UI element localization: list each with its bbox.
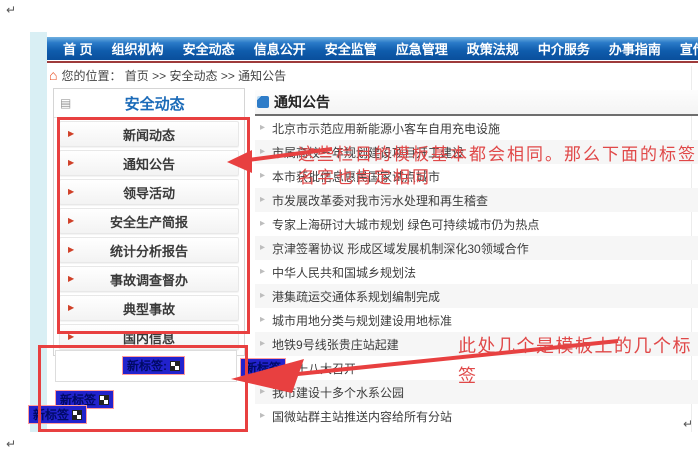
arrow-bullet-icon: ▸ bbox=[260, 147, 265, 157]
announcement-title: 专家上海研讨大城市规划 绿色可持续城市仍为热点 bbox=[272, 216, 539, 233]
nav-item[interactable]: 首 页 bbox=[63, 39, 93, 58]
sidebar-item-label: 领导活动 bbox=[82, 183, 230, 202]
template-tag-label: 新标签 bbox=[33, 406, 69, 423]
sidebar-item-label: 典型事故 bbox=[82, 299, 230, 318]
sidebar-item[interactable]: ▶ 新闻动态 bbox=[59, 121, 239, 147]
sidebar-item-label: 国内信息 bbox=[82, 328, 230, 347]
sidebar-item[interactable]: ▶ 国内信息 bbox=[59, 324, 239, 350]
triangle-bullet-icon: ▶ bbox=[68, 217, 82, 225]
nav-item[interactable]: 应急管理 bbox=[396, 39, 448, 58]
announcement-row[interactable]: ▸ 京津签署协议 形成区域发展机制深化30领域合作 bbox=[255, 236, 698, 260]
template-tag-label: 新标签 bbox=[245, 359, 281, 376]
announcement-list: ▸ 北京市示范应用新能源小客车自用充电设施 ▸ 市属高校三年规划建设项目开工建设… bbox=[255, 116, 698, 428]
nav-item[interactable]: 宣传 bbox=[680, 39, 698, 58]
sidebar-item-label: 安全生产简报 bbox=[82, 212, 230, 231]
sidebar-item-label: 新闻动态 bbox=[82, 125, 230, 144]
tag-edit-icon bbox=[170, 361, 180, 371]
sidebar-item[interactable]: ▶ 统计分析报告 bbox=[59, 237, 239, 263]
triangle-bullet-icon: ▶ bbox=[68, 333, 82, 341]
nav-item[interactable]: 信息公开 bbox=[254, 39, 306, 58]
sidebar-item[interactable]: ▶ 通知公告 bbox=[59, 150, 239, 176]
triangle-bullet-icon: ▶ bbox=[68, 246, 82, 254]
tag-edit-icon bbox=[99, 395, 109, 405]
announcement-title: 京津签署协议 形成区域发展机制深化30领域合作 bbox=[272, 240, 529, 257]
triangle-bullet-icon: ▶ bbox=[68, 304, 82, 312]
announcement-row[interactable]: ▸ 市发展改革委对我市污水处理和再生稽查 bbox=[255, 188, 698, 212]
announcement-row[interactable]: ▸ 本市获批信息惠民国家试点城市 bbox=[255, 164, 698, 188]
announcement-row[interactable]: ▸ 喜迎十八大召开 bbox=[255, 356, 698, 380]
announcement-title: 中华人民共和国城乡规划法 bbox=[272, 264, 416, 281]
sidebar-title: 安全动态 bbox=[71, 93, 238, 114]
template-tag-label: 新标签: bbox=[127, 357, 167, 374]
announcement-row[interactable]: ▸ 地铁9号线张贵庄站起建 bbox=[255, 332, 698, 356]
nav-item[interactable]: 组织机构 bbox=[112, 39, 164, 58]
announcement-row[interactable]: ▸ 我市建设十多个水系公园 bbox=[255, 380, 698, 404]
announcement-title: 市属高校三年规划建设项目开工建设 bbox=[272, 144, 464, 161]
sidebar-item-label: 统计分析报告 bbox=[82, 241, 230, 260]
triangle-bullet-icon: ▶ bbox=[68, 130, 82, 138]
notice-panel: 通知公告 ▸ 北京市示范应用新能源小客车自用充电设施 ▸ 市属高校三年规划建设项… bbox=[255, 90, 698, 428]
sidebar-item[interactable]: ▶ 典型事故 bbox=[59, 295, 239, 321]
sidebar-header: ▤ 安全动态 bbox=[54, 89, 244, 118]
triangle-bullet-icon: ▶ bbox=[68, 159, 82, 167]
screenshot-canvas: ↵ ↵ ↵ 首 页 组织机构 安全动态 信息公开 安全监管 应急管理 政策法规 … bbox=[0, 0, 698, 465]
sidebar-item-label: 事故调查督办 bbox=[82, 270, 230, 289]
arrow-bullet-icon: ▸ bbox=[260, 171, 265, 181]
announcement-title: 我市建设十多个水系公园 bbox=[272, 384, 404, 401]
arrow-bullet-icon: ▸ bbox=[260, 291, 265, 301]
announcement-row[interactable]: ▸ 市属高校三年规划建设项目开工建设 bbox=[255, 140, 698, 164]
arrow-bullet-icon: ▸ bbox=[260, 315, 265, 325]
nav-bottom-divider bbox=[47, 61, 698, 63]
announcement-title: 北京市示范应用新能源小客车自用充电设施 bbox=[272, 120, 500, 137]
home-icon: ⌂ bbox=[49, 68, 57, 82]
announcement-title: 本市获批信息惠民国家试点城市 bbox=[272, 168, 440, 185]
announcement-row[interactable]: ▸ 国微站群主站推送内容给所有分站 bbox=[255, 404, 698, 428]
template-tag[interactable]: 新标签: bbox=[122, 356, 185, 375]
nav-item[interactable]: 安全监管 bbox=[325, 39, 377, 58]
arrow-bullet-icon: ▸ bbox=[260, 387, 265, 397]
breadcrumb-text[interactable]: 您的位置： 首页 >> 安全动态 >> 通知公告 bbox=[61, 67, 286, 84]
nav-item[interactable]: 安全动态 bbox=[183, 39, 235, 58]
top-navigation-bar: 首 页 组织机构 安全动态 信息公开 安全监管 应急管理 政策法规 中介服务 办… bbox=[47, 37, 698, 60]
arrow-bullet-icon: ▸ bbox=[260, 123, 265, 133]
arrow-bullet-icon: ▸ bbox=[260, 219, 265, 229]
arrow-bullet-icon: ▸ bbox=[260, 195, 265, 205]
nav-item[interactable]: 办事指南 bbox=[609, 39, 661, 58]
announcement-row[interactable]: ▸ 北京市示范应用新能源小客车自用充电设施 bbox=[255, 116, 698, 140]
announcement-row[interactable]: ▸ 港集疏运交通体系规划编制完成 bbox=[255, 284, 698, 308]
announcement-title: 国微站群主站推送内容给所有分站 bbox=[272, 408, 452, 425]
announcement-row[interactable]: ▸ 中华人民共和国城乡规划法 bbox=[255, 260, 698, 284]
triangle-bullet-icon: ▶ bbox=[68, 188, 82, 196]
nav-item[interactable]: 政策法规 bbox=[467, 39, 519, 58]
breadcrumb: ⌂ 您的位置： 首页 >> 安全动态 >> 通知公告 bbox=[49, 67, 286, 83]
announcement-row[interactable]: ▸ 专家上海研讨大城市规划 绿色可持续城市仍为热点 bbox=[255, 212, 698, 236]
triangle-bullet-icon: ▶ bbox=[68, 275, 82, 283]
menu-list-icon: ▤ bbox=[60, 96, 71, 110]
arrow-bullet-icon: ▸ bbox=[260, 411, 265, 421]
announcement-title: 地铁9号线张贵庄站起建 bbox=[272, 336, 399, 353]
notice-panel-header: 通知公告 bbox=[255, 90, 698, 116]
announcement-row[interactable]: ▸ 城市用地分类与规划建设用地标准 bbox=[255, 308, 698, 332]
template-tag[interactable]: 新标签 bbox=[240, 358, 286, 377]
sidebar-item[interactable]: ▶ 安全生产简报 bbox=[59, 208, 239, 234]
arrow-bullet-icon: ▸ bbox=[260, 243, 265, 253]
notice-panel-title: 通知公告 bbox=[274, 92, 330, 112]
announcement-title: 港集疏运交通体系规划编制完成 bbox=[272, 288, 440, 305]
announcement-title: 市发展改革委对我市污水处理和再生稽查 bbox=[272, 192, 488, 209]
template-tag[interactable]: 新标签 bbox=[28, 405, 87, 424]
announcement-title: 城市用地分类与规划建设用地标准 bbox=[272, 312, 452, 329]
tag-edit-icon bbox=[72, 410, 82, 420]
sidebar-item[interactable]: ▶ 事故调查督办 bbox=[59, 266, 239, 292]
sidebar-items: ▶ 新闻动态 ▶ 通知公告 ▶ 领导活动 ▶ 安全生产简报 bbox=[54, 121, 244, 350]
page-left-margin-strip bbox=[30, 32, 47, 432]
paragraph-mark-icon: ↵ bbox=[6, 4, 16, 16]
paragraph-mark-icon: ↵ bbox=[6, 438, 16, 450]
sidebar-item[interactable]: ▶ 领导活动 bbox=[59, 179, 239, 205]
nav-item[interactable]: 中介服务 bbox=[538, 39, 590, 58]
sidebar-item-label: 通知公告 bbox=[82, 154, 230, 173]
sidebar-menu: ▤ 安全动态 ▶ 新闻动态 ▶ 通知公告 ▶ 领导活动 bbox=[53, 88, 245, 356]
notice-panel-icon bbox=[257, 96, 269, 108]
arrow-bullet-icon: ▸ bbox=[260, 267, 265, 277]
arrow-bullet-icon: ▸ bbox=[260, 339, 265, 349]
